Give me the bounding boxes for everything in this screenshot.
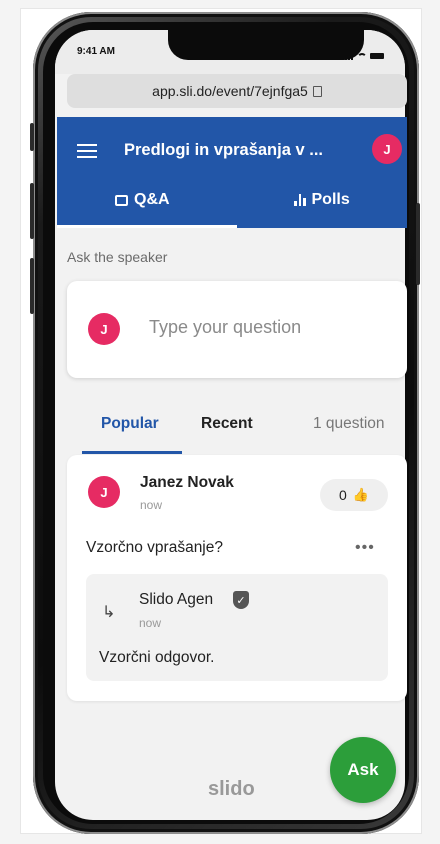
reply-arrow-icon: ↳ <box>102 604 116 621</box>
question-time: now <box>140 498 163 512</box>
tab-recent[interactable]: Recent <box>201 415 253 433</box>
answer-box: ↳ Slido Agen ✓ now Vzorčni odgovor. <box>86 574 388 681</box>
mute-switch <box>30 123 34 151</box>
question-list-tabs: Popular Recent 1 question <box>57 413 407 454</box>
url-bar[interactable]: app.sli.do/event/7ejnfga5 <box>67 74 407 108</box>
active-tab-indicator <box>57 225 237 228</box>
battery-icon <box>370 53 384 59</box>
volume-up-button <box>30 183 34 239</box>
event-title: Predlogi in vprašanja v ... <box>124 141 323 159</box>
url-text: app.sli.do/event/7ejnfga5 <box>152 83 308 99</box>
copy-icon[interactable] <box>312 85 322 97</box>
menu-icon[interactable] <box>77 144 97 158</box>
question-text: Vzorčno vprašanje? <box>86 539 223 556</box>
tab-qa[interactable]: Q&A <box>115 191 170 209</box>
ask-button[interactable]: Ask <box>330 737 396 803</box>
question-card: J Janez Novak now 0 👍 Vzorčno vprašanje?… <box>67 455 407 701</box>
bar-chart-icon <box>294 194 306 206</box>
user-avatar[interactable]: J <box>372 134 402 164</box>
tab-popular[interactable]: Popular <box>101 415 159 433</box>
like-button[interactable]: 0 👍 <box>320 479 388 511</box>
avatar: J <box>88 313 120 345</box>
thumbs-up-icon: 👍 <box>352 487 369 502</box>
phone-notch <box>168 30 364 60</box>
slido-logo: slido <box>208 778 255 800</box>
question-input[interactable]: Type your question <box>149 317 301 338</box>
status-time: 9:41 AM <box>77 46 115 57</box>
author-avatar: J <box>88 476 120 508</box>
answer-text: Vzorčni odgovor. <box>99 649 215 666</box>
verified-badge-icon: ✓ <box>233 591 249 609</box>
tab-polls-label: Polls <box>311 191 350 208</box>
question-input-box[interactable]: J Type your question <box>67 281 407 378</box>
answer-author: Slido Agen <box>139 591 214 608</box>
chat-icon <box>115 194 128 206</box>
like-count: 0 <box>339 487 347 503</box>
power-button <box>416 203 420 285</box>
tab-polls[interactable]: Polls <box>294 191 350 209</box>
author-name: Janez Novak <box>140 474 234 491</box>
ask-the-speaker-label: Ask the speaker <box>67 249 168 265</box>
question-count: 1 question <box>313 415 385 432</box>
app-header: Predlogi in vprašanja v ... J Q&A Polls <box>57 117 407 228</box>
more-options-icon[interactable]: ••• <box>355 539 375 557</box>
volume-down-button <box>30 258 34 314</box>
active-list-tab-indicator <box>82 451 182 454</box>
tab-qa-label: Q&A <box>134 191 170 208</box>
answer-time: now <box>139 616 162 630</box>
